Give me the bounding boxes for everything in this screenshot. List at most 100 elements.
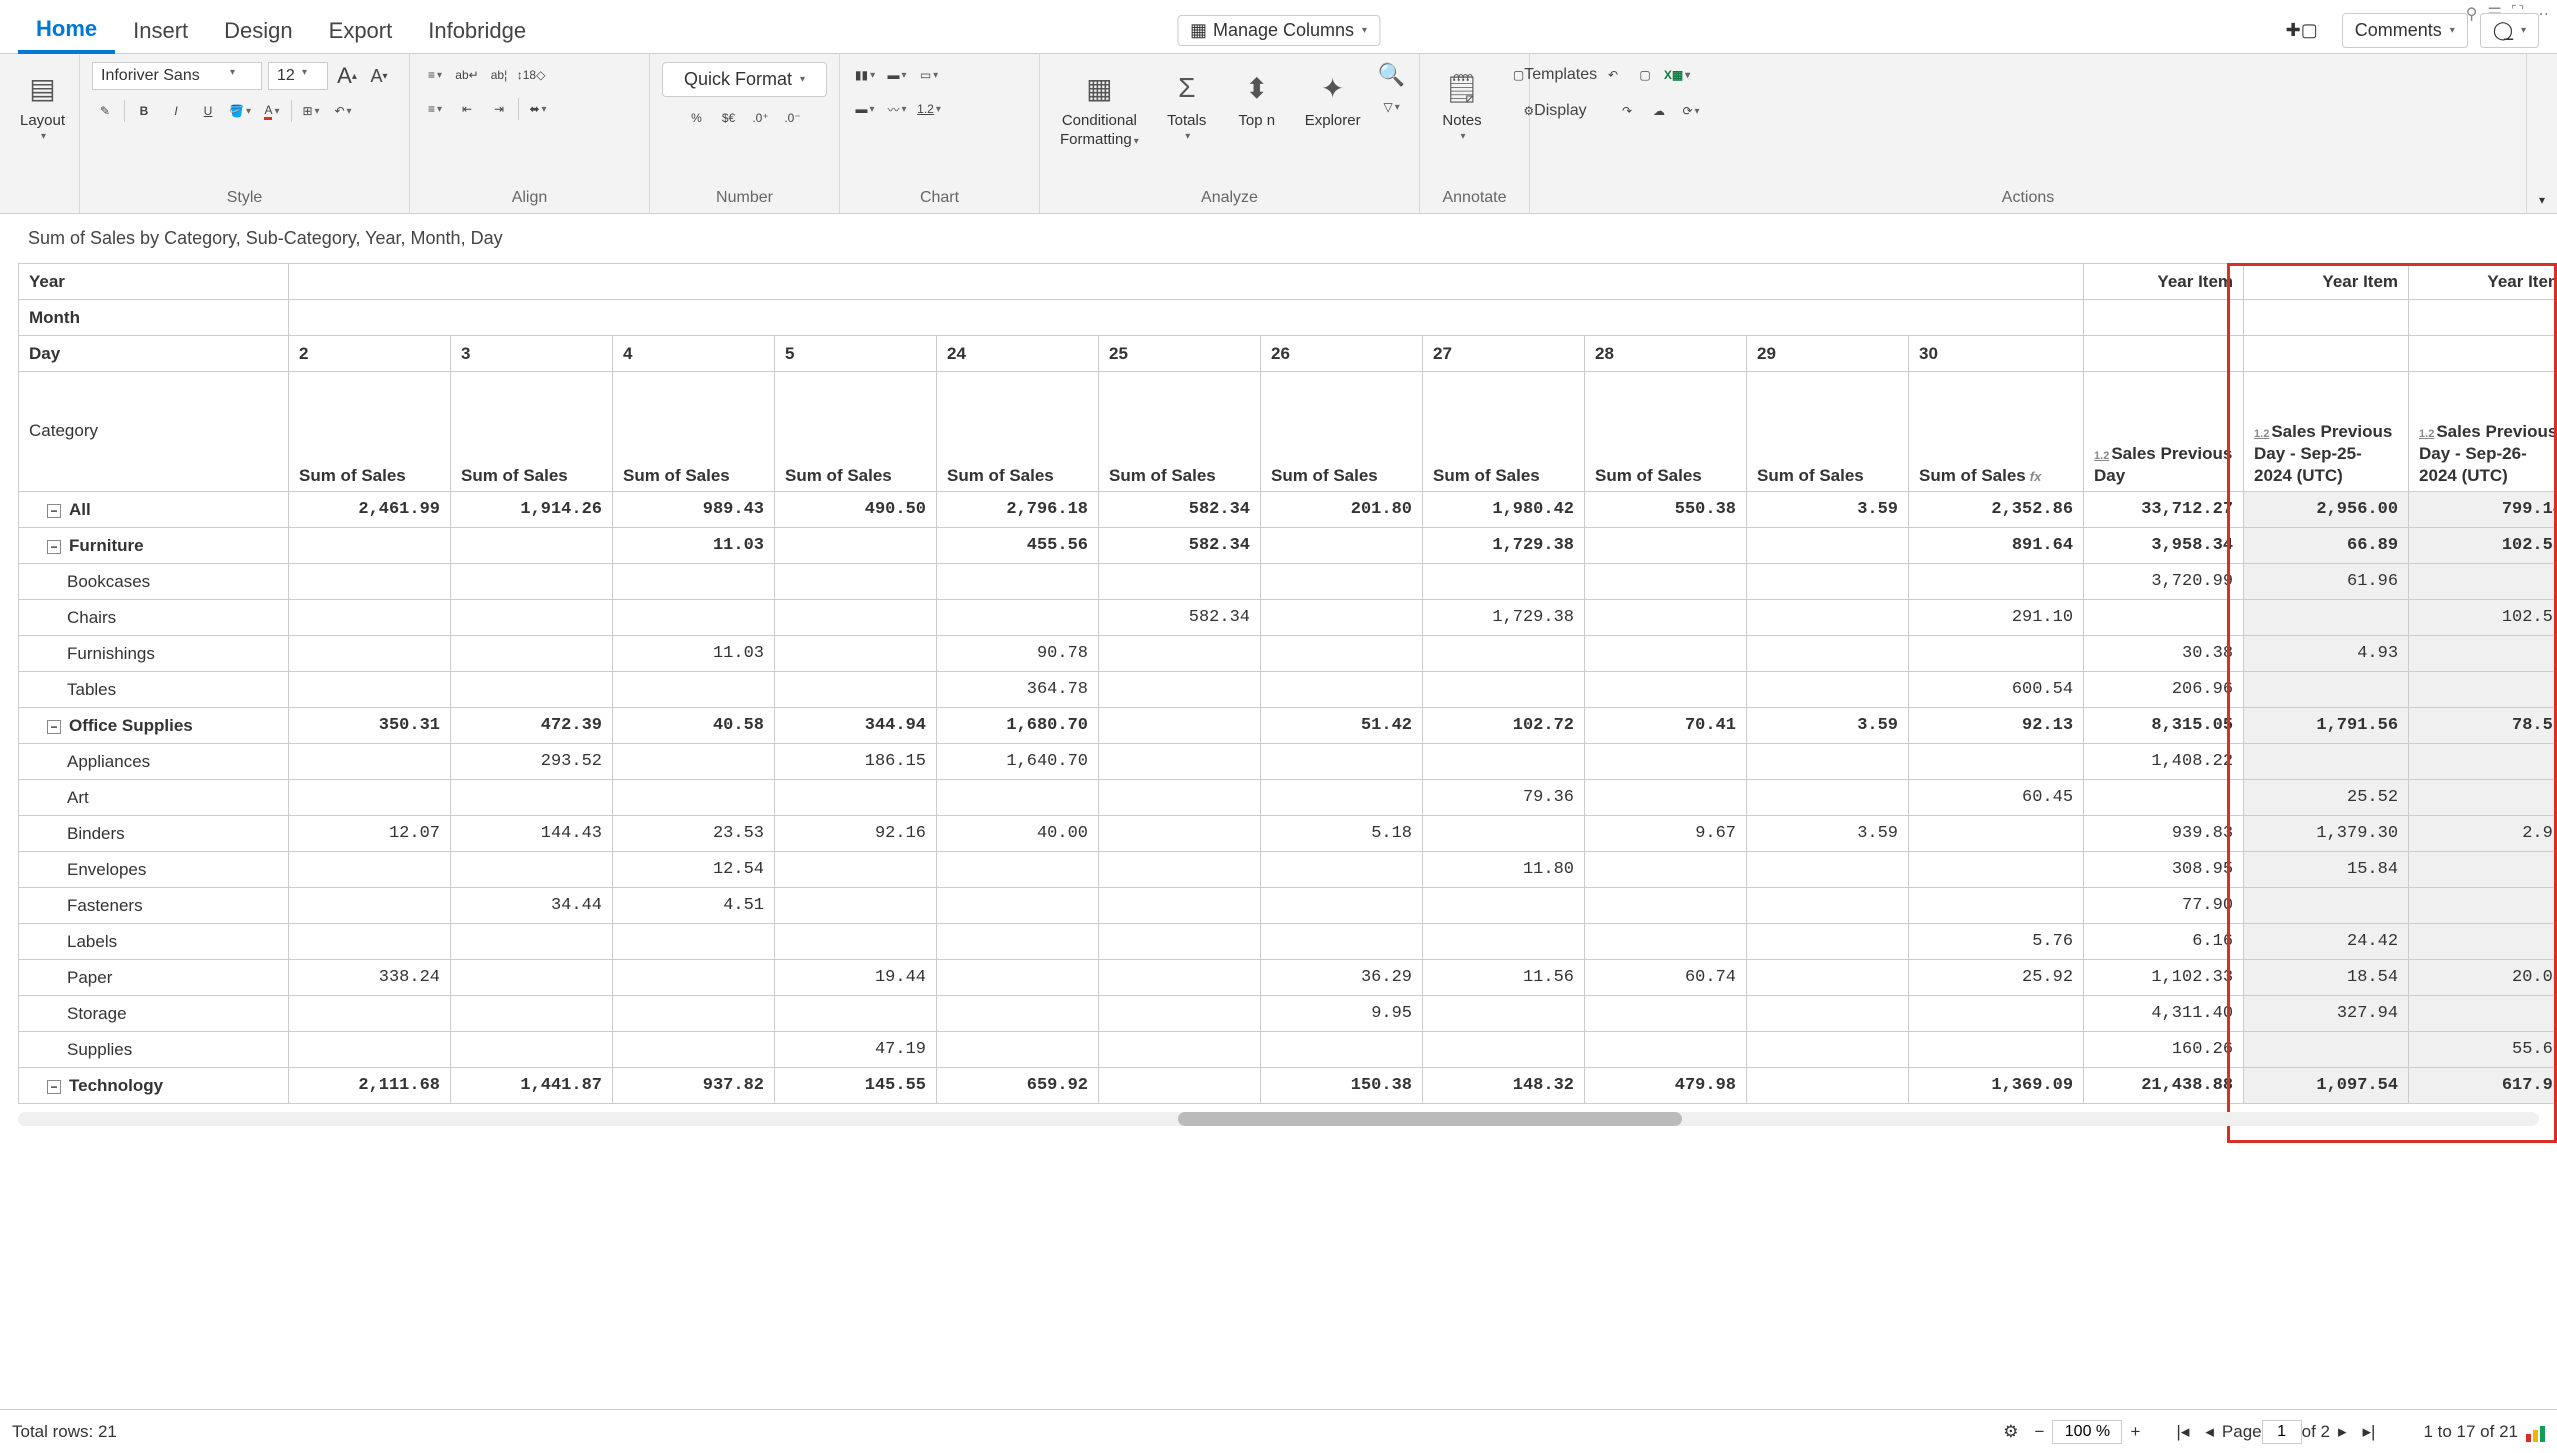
last-page-button[interactable]: ▸| [2355,1422,2384,1442]
value-cell[interactable]: 102.72 [1423,708,1585,744]
value-cell[interactable] [1423,672,1585,708]
bold-button[interactable]: B [131,98,157,124]
header-day[interactable]: Day [19,336,289,372]
value-cell[interactable]: 4.51 [613,888,775,924]
value-cell[interactable] [1423,996,1585,1032]
value-cell[interactable] [1585,744,1747,780]
tab-infobridge[interactable]: Infobridge [410,10,544,52]
filter-button[interactable]: ▽▾ [1379,94,1405,120]
currency-button[interactable]: $€ [716,105,742,131]
header-sos-25[interactable]: Sum of Sales [1099,372,1261,492]
value-cell[interactable] [1423,816,1585,852]
header-day-25[interactable]: 25 [1099,336,1261,372]
value-cell[interactable]: 40.58 [613,708,775,744]
value-cell[interactable] [451,780,613,816]
value-cell[interactable]: 79.36 [1423,780,1585,816]
display-button[interactable]: ⚙ Display [1542,98,1568,124]
value-cell[interactable] [451,960,613,996]
percent-button[interactable]: % [684,105,710,131]
value-cell[interactable] [2409,780,2557,816]
header-day-27[interactable]: 27 [1423,336,1585,372]
value-cell[interactable]: 6.16 [2084,924,2244,960]
value-cell[interactable]: 3.59 [1747,492,1909,528]
value-cell[interactable] [289,672,451,708]
value-cell[interactable] [289,780,451,816]
value-cell[interactable] [1747,888,1909,924]
table-row[interactable]: Envelopes12.5411.80308.9515.84 [19,852,2557,888]
header-sos-4[interactable]: Sum of Sales [613,372,775,492]
value-cell[interactable] [613,996,775,1032]
value-cell[interactable] [775,600,937,636]
search-button[interactable]: 🔍 [1379,62,1405,88]
decrease-font-button[interactable]: A▾ [366,63,392,89]
value-cell[interactable]: 1,408.22 [2084,744,2244,780]
header-day-4[interactable]: 4 [613,336,775,372]
value-cell[interactable] [937,852,1099,888]
scrollbar-thumb[interactable] [1178,1112,1682,1126]
value-cell[interactable] [1423,744,1585,780]
font-color-button[interactable]: A▾ [259,98,285,124]
value-cell[interactable]: 3,720.99 [2084,564,2244,600]
table-row[interactable]: Paper338.2419.4436.2911.5660.7425.921,10… [19,960,2557,996]
value-cell[interactable] [1747,852,1909,888]
value-cell[interactable]: 937.82 [613,1068,775,1104]
value-cell[interactable] [1423,636,1585,672]
value-cell[interactable] [775,996,937,1032]
value-cell[interactable]: 8,315.05 [2084,708,2244,744]
value-cell[interactable]: 25.92 [1909,960,2084,996]
underline-button[interactable]: U [195,98,221,124]
increase-font-button[interactable]: A▴ [334,63,360,89]
table-row[interactable]: Supplies47.19160.2655.60 [19,1032,2557,1068]
value-cell[interactable] [1099,708,1261,744]
align-left-button[interactable]: ≡▾ [422,62,448,88]
reset-button[interactable]: ▢ [1632,62,1658,88]
header-month[interactable]: Month [19,300,289,336]
value-cell[interactable]: 23.53 [613,816,775,852]
value-cell[interactable] [1585,1032,1747,1068]
value-cell[interactable] [451,852,613,888]
value-cell[interactable]: 9.67 [1585,816,1747,852]
value-cell[interactable]: 34.44 [451,888,613,924]
value-cell[interactable] [1909,852,2084,888]
value-cell[interactable]: 15.84 [2244,852,2409,888]
table-row[interactable]: Bookcases3,720.9961.96 [19,564,2557,600]
zoom-input[interactable] [2052,1420,2122,1444]
value-cell[interactable]: 5.76 [1909,924,2084,960]
value-cell[interactable]: 11.80 [1423,852,1585,888]
quick-format-button[interactable]: Quick Format▾ [662,62,827,97]
header-day-24[interactable]: 24 [937,336,1099,372]
value-cell[interactable] [775,636,937,672]
value-cell[interactable]: 344.94 [775,708,937,744]
value-cell[interactable] [2244,888,2409,924]
value-cell[interactable]: 186.15 [775,744,937,780]
text-break-button[interactable]: ab¦ [486,62,512,88]
value-cell[interactable]: 11.56 [1423,960,1585,996]
value-cell[interactable] [613,672,775,708]
category-cell[interactable]: Envelopes [19,852,289,888]
value-cell[interactable]: 2,111.68 [289,1068,451,1104]
value-cell[interactable] [289,636,451,672]
value-cell[interactable] [1099,672,1261,708]
value-cell[interactable] [1585,636,1747,672]
value-cell[interactable]: 364.78 [937,672,1099,708]
value-cell[interactable] [2409,564,2557,600]
value-cell[interactable] [1585,528,1747,564]
value-cell[interactable] [1099,1068,1261,1104]
value-cell[interactable]: 4,311.40 [2084,996,2244,1032]
expand-collapse-button[interactable]: − [47,504,61,518]
value-cell[interactable]: 600.54 [1909,672,2084,708]
value-cell[interactable] [1909,996,2084,1032]
header-sales-prev-day[interactable]: 1.2Sales Previous Day [2084,372,2244,492]
value-cell[interactable] [1261,888,1423,924]
first-page-button[interactable]: |◂ [2168,1422,2197,1442]
value-cell[interactable] [1747,780,1909,816]
value-cell[interactable]: 1,102.33 [2084,960,2244,996]
totals-button[interactable]: Σ Totals ▾ [1157,62,1217,146]
value-cell[interactable] [1261,852,1423,888]
value-cell[interactable] [2244,1032,2409,1068]
category-cell[interactable]: Binders [19,816,289,852]
value-cell[interactable]: 659.92 [937,1068,1099,1104]
undo-button[interactable]: ↶ [1600,62,1626,88]
value-cell[interactable] [937,780,1099,816]
value-cell[interactable] [613,960,775,996]
